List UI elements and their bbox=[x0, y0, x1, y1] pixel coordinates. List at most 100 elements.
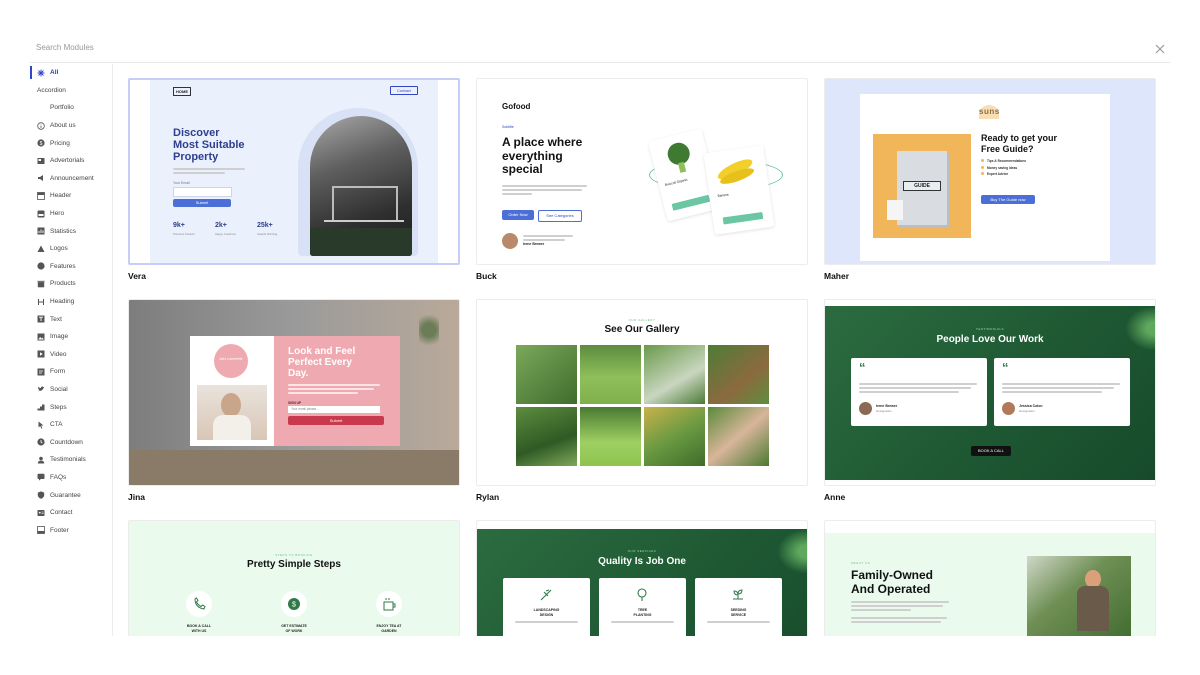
template-grid: HOME Contact Discover Most Suitable Prop… bbox=[128, 78, 1158, 636]
bullet-text: Tips & Recommendations bbox=[987, 159, 1027, 163]
book-label: GUIDE bbox=[903, 181, 941, 191]
template-name: Anne bbox=[824, 492, 846, 502]
landscaping-icon bbox=[540, 589, 552, 601]
sidebar-item-label: Steps bbox=[50, 403, 67, 411]
sidebar-item-all[interactable]: All bbox=[30, 64, 112, 82]
headline-line: Most Suitable bbox=[173, 139, 245, 151]
template-thumbnail: STEPS TO BOOKING Pretty Simple Steps $ B… bbox=[128, 520, 460, 636]
portrait-image bbox=[197, 385, 267, 440]
gallery-tag: OUR GALLERY bbox=[628, 318, 656, 322]
template-card-about[interactable]: ABOUT US Family-Owned And Operated bbox=[824, 520, 1156, 636]
sidebar-item-label: All bbox=[50, 69, 59, 77]
building-image bbox=[310, 116, 412, 256]
sidebar-item-pricing[interactable]: $ Pricing bbox=[30, 134, 112, 152]
sidebar-item-faqs[interactable]: FAQs bbox=[30, 469, 112, 487]
template-card-services[interactable]: OUR SERVICES Quality Is Job One LANDSCAP… bbox=[476, 520, 808, 636]
submit-button: Submit bbox=[173, 199, 231, 207]
text-icon bbox=[37, 315, 45, 323]
template-card-rylan[interactable]: OUR GALLERY See Our Gallery Rylan bbox=[476, 299, 808, 502]
template-name: Buck bbox=[476, 271, 497, 281]
template-headline: Discover Most Suitable Property bbox=[173, 127, 245, 163]
search-input[interactable] bbox=[36, 40, 636, 55]
heading-icon bbox=[37, 298, 45, 306]
plant-decor bbox=[419, 310, 439, 350]
template-card-buck[interactable]: Gofood Subtitle A place where everything… bbox=[476, 78, 808, 281]
template-card-jina[interactable]: Alex Lamerelle Look and Feel Perfect Eve… bbox=[128, 299, 460, 502]
gallery-photo bbox=[516, 345, 577, 404]
chart-icon bbox=[37, 227, 45, 235]
sidebar-item-label: Contact bbox=[50, 509, 73, 517]
sidebar-item-text[interactable]: Text bbox=[30, 310, 112, 328]
subtitle-tag: Subtitle bbox=[502, 125, 514, 129]
form-icon bbox=[37, 368, 45, 376]
step-label: ENJOY TEA AT GARDEN bbox=[376, 624, 402, 633]
sidebar-item-label: Accordion bbox=[37, 86, 66, 94]
sidebar-item-portfolio[interactable]: Portfolio bbox=[30, 99, 112, 117]
product-card: Banana bbox=[703, 145, 775, 235]
service-label: LANDSCAPING DESIGN bbox=[533, 608, 560, 617]
footer-icon bbox=[37, 526, 45, 535]
sidebar-item-label: Countdown bbox=[50, 438, 83, 446]
dollar-icon: $ bbox=[37, 139, 45, 147]
sidebar-item-cta[interactable]: CTA bbox=[30, 416, 112, 434]
svg-text:$: $ bbox=[40, 141, 43, 147]
sidebar-item-advertorials[interactable]: Advertorials bbox=[30, 152, 112, 170]
service-label: SEEDING SERVICE bbox=[730, 608, 747, 617]
header-icon bbox=[37, 192, 45, 200]
template-name: Jina bbox=[128, 492, 146, 502]
sidebar-item-hero[interactable]: Hero bbox=[30, 205, 112, 223]
product-name: Broccoli Organic bbox=[664, 177, 689, 187]
sidebar-item-heading[interactable]: Heading bbox=[30, 293, 112, 311]
steps-icon bbox=[37, 403, 45, 411]
template-card-vera[interactable]: HOME Contact Discover Most Suitable Prop… bbox=[128, 78, 460, 281]
sidebar-item-image[interactable]: Image bbox=[30, 328, 112, 346]
email-field: Your email please... bbox=[288, 406, 380, 413]
stat-value: 2k+ bbox=[215, 222, 227, 229]
template-card-maher[interactable]: suns GUIDE Ready to get your Free Guide?… bbox=[824, 78, 1156, 281]
script-text: Alex Lamerelle bbox=[219, 357, 243, 361]
sidebar-item-steps[interactable]: Steps bbox=[30, 398, 112, 416]
newspaper-icon bbox=[37, 157, 45, 165]
gallery-photo bbox=[644, 407, 705, 466]
sidebar-item-contact[interactable]: Contact bbox=[30, 504, 112, 522]
sidebar-item-label: Heading bbox=[50, 298, 75, 306]
book-call-button: BOOK A CALL bbox=[971, 446, 1011, 456]
template-name: Maher bbox=[824, 271, 850, 281]
sidebar-item-video[interactable]: Video bbox=[30, 346, 112, 364]
sidebar-item-statistics[interactable]: Statistics bbox=[30, 222, 112, 240]
template-thumbnail: Gofood Subtitle A place where everything… bbox=[476, 78, 808, 265]
headline-line: Ready to get your bbox=[981, 133, 1058, 143]
sidebar-item-social[interactable]: Social bbox=[30, 381, 112, 399]
template-card-anne[interactable]: TESTIMONIALS People Love Our Work “ Iren… bbox=[824, 299, 1156, 502]
sidebar-item-form[interactable]: Form bbox=[30, 363, 112, 381]
sidebar-item-features[interactable]: Features bbox=[30, 258, 112, 276]
template-thumbnail: ABOUT US Family-Owned And Operated bbox=[824, 520, 1156, 636]
headline-line: Free Guide? bbox=[981, 143, 1034, 154]
gallery-photo bbox=[708, 407, 769, 466]
template-headline: Family-Owned And Operated bbox=[851, 568, 934, 596]
contact-icon bbox=[37, 509, 45, 517]
template-card-steps[interactable]: STEPS TO BOOKING Pretty Simple Steps $ B… bbox=[128, 520, 460, 636]
sidebar-item-logos[interactable]: Logos bbox=[30, 240, 112, 258]
sidebar-item-testimonials[interactable]: Testimonials bbox=[30, 451, 112, 469]
headline-line: Family-Owned bbox=[851, 568, 934, 582]
hero-icon bbox=[37, 210, 45, 218]
sidebar-item-guarantee[interactable]: Guarantee bbox=[30, 486, 112, 504]
sidebar-item-label: Footer bbox=[50, 526, 69, 534]
sidebar-item-about-us[interactable]: About us bbox=[30, 117, 112, 135]
gallery-photo bbox=[644, 345, 705, 404]
box-icon bbox=[37, 280, 45, 288]
person-role: Designation bbox=[876, 409, 892, 413]
svg-text:$: $ bbox=[292, 602, 296, 609]
sidebar-item-announcement[interactable]: Announcement bbox=[30, 170, 112, 188]
sidebar-item-countdown[interactable]: Countdown bbox=[30, 433, 112, 451]
headline-line: Property bbox=[173, 151, 219, 163]
headline-line: Discover bbox=[173, 127, 220, 139]
sidebar-item-footer[interactable]: Footer bbox=[30, 521, 112, 539]
sidebar-item-label: Advertorials bbox=[50, 157, 85, 165]
sidebar-item-accordion[interactable]: Accordion bbox=[30, 82, 112, 100]
search-bar bbox=[30, 36, 1170, 63]
close-button[interactable] bbox=[1154, 42, 1166, 54]
sidebar-item-products[interactable]: Products bbox=[30, 275, 112, 293]
sidebar-item-header[interactable]: Header bbox=[30, 187, 112, 205]
